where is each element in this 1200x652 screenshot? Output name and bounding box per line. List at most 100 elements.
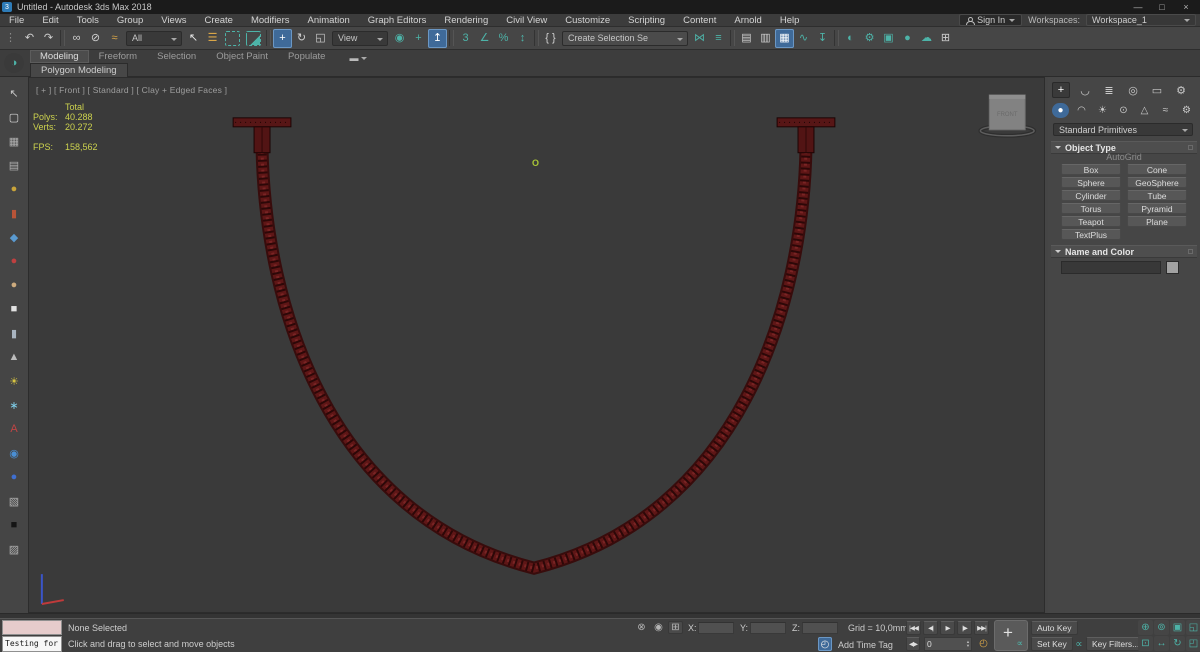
zoom-region-icon[interactable]: ⊡	[1138, 636, 1153, 651]
time-tag-clock-icon[interactable]: ◴	[818, 637, 832, 651]
cone-icon[interactable]: ▲	[3, 345, 25, 369]
menu-animation[interactable]: Animation	[299, 14, 359, 27]
maxscript-mini-listener-input[interactable]: Testing for i	[2, 636, 62, 652]
menu-content[interactable]: Content	[674, 14, 725, 27]
button-textplus[interactable]: TextPlus	[1061, 229, 1121, 240]
time-configuration-icon[interactable]: ◴	[976, 637, 991, 650]
pan-icon[interactable]: ↔	[1154, 636, 1169, 651]
globe-icon[interactable]: ◉	[3, 441, 25, 465]
select-and-link-icon[interactable]: ∞	[67, 29, 86, 48]
button-tube[interactable]: Tube	[1127, 190, 1187, 201]
hatch-grid-icon[interactable]: ▧	[3, 489, 25, 513]
auto-key-button[interactable]: Auto Key	[1031, 621, 1078, 635]
previous-frame-button[interactable]: ◀|	[923, 621, 938, 635]
unlink-selection-icon[interactable]: ⊘	[86, 29, 105, 48]
redo-icon[interactable]: ↷	[39, 29, 58, 48]
button-torus[interactable]: Torus	[1061, 203, 1121, 214]
tab-utilities[interactable]: ⚙	[1172, 82, 1190, 98]
add-time-tag-label[interactable]: Add Time Tag	[838, 640, 893, 650]
menu-customize[interactable]: Customize	[556, 14, 619, 27]
cursor-icon[interactable]: ↖	[3, 81, 25, 105]
maxscript-mini-listener-output[interactable]	[2, 620, 62, 635]
object-name-field[interactable]	[1061, 261, 1161, 274]
button-cone[interactable]: Cone	[1127, 164, 1187, 175]
pin-object-left[interactable]	[233, 118, 291, 153]
helper-marker[interactable]: O	[532, 158, 539, 168]
z-coordinate-field[interactable]	[802, 622, 838, 634]
category-helpers[interactable]: △	[1136, 103, 1153, 118]
material-editor-icon[interactable]: ◐	[841, 29, 860, 48]
letter-a-icon[interactable]: A	[3, 417, 25, 441]
toolbar-grip[interactable]: ⋮	[1, 29, 20, 48]
button-box[interactable]: Box	[1061, 164, 1121, 175]
category-lights[interactable]: ☀	[1094, 103, 1111, 118]
render-variants-icon[interactable]: ⊞	[936, 29, 955, 48]
ribbon-teapot-icon[interactable]: ◑	[4, 53, 24, 73]
minimize-button[interactable]: —	[1126, 0, 1150, 14]
set-key-button[interactable]: Set Key	[1031, 637, 1073, 651]
teapot-icon[interactable]: ●	[3, 177, 25, 201]
polygon-modeling-panel-tab[interactable]: Polygon Modeling	[30, 63, 128, 77]
object-color-swatch[interactable]	[1166, 261, 1179, 274]
curve-editor-icon[interactable]: ∿	[794, 29, 813, 48]
diagonal-grid-icon[interactable]: ▨	[3, 537, 25, 561]
menu-graph-editors[interactable]: Graph Editors	[359, 14, 436, 27]
bind-to-space-warp-icon[interactable]: ≈	[105, 29, 124, 48]
ribbon-tab-freeform[interactable]: Freeform	[89, 50, 148, 63]
document-icon[interactable]: ▢	[3, 105, 25, 129]
viewport-label[interactable]: [ + ] [ Front ] [ Standard ] [ Clay + Ed…	[36, 85, 227, 95]
menu-scripting[interactable]: Scripting	[619, 14, 674, 27]
key-filters-button[interactable]: Key Filters...	[1086, 637, 1145, 651]
menu-rendering[interactable]: Rendering	[435, 14, 497, 27]
viewport-front[interactable]: FRONT [ + ] [ Front ] [ Standard ] [ Cla…	[28, 77, 1045, 613]
ribbon-tab-modeling[interactable]: Modeling	[30, 50, 89, 63]
next-frame-button[interactable]: |▶	[957, 621, 972, 635]
render-production-icon[interactable]: ●	[898, 29, 917, 48]
rectangular-selection-region-icon[interactable]	[225, 31, 240, 46]
button-pyramid[interactable]: Pyramid	[1127, 203, 1187, 214]
absolute-mode-transform-icon[interactable]: ⊞	[668, 621, 683, 634]
button-geosphere[interactable]: GeoSphere	[1127, 177, 1187, 188]
ribbon-tab-object-paint[interactable]: Object Paint	[206, 50, 278, 63]
primitive-category-dropdown[interactable]: Standard Primitives	[1053, 123, 1193, 136]
menu-group[interactable]: Group	[108, 14, 152, 27]
maximize-button[interactable]: □	[1150, 0, 1174, 14]
set-keys-button[interactable]: + ∝	[994, 620, 1028, 651]
sphere-icon[interactable]: ●	[3, 273, 25, 297]
category-shapes[interactable]: ◠	[1073, 103, 1090, 118]
zoom-all-icon[interactable]: ⊚	[1154, 620, 1169, 635]
layout-grid-icon[interactable]: ▤	[3, 153, 25, 177]
select-and-rotate-icon[interactable]: ↻	[292, 29, 311, 48]
x-coordinate-field[interactable]	[698, 622, 734, 634]
spinner-snap-icon[interactable]: ↕	[513, 29, 532, 48]
snowflake-icon[interactable]: ∗	[3, 393, 25, 417]
render-setup-icon[interactable]: ⚙	[860, 29, 879, 48]
menu-modifiers[interactable]: Modifiers	[242, 14, 299, 27]
render-in-cloud-icon[interactable]: ☁	[917, 29, 936, 48]
button-plane[interactable]: Plane	[1127, 216, 1187, 227]
frame-number-input[interactable]	[925, 639, 966, 649]
close-button[interactable]: ×	[1174, 0, 1198, 14]
red-dot-icon[interactable]: ●	[3, 249, 25, 273]
snaps-toggle-3d-icon[interactable]: 3	[456, 29, 475, 48]
cube-icon[interactable]: ■	[3, 297, 25, 321]
select-by-name-icon[interactable]: ☰	[203, 29, 222, 48]
ribbon-tab-populate[interactable]: Populate	[278, 50, 336, 63]
zoom-extents-icon[interactable]: ▣	[1170, 620, 1185, 635]
tab-modify[interactable]: ◡	[1076, 82, 1094, 98]
toggle-layer-explorer-icon[interactable]: ▥	[756, 29, 775, 48]
sun-icon[interactable]: ☀	[3, 369, 25, 393]
category-space-warps[interactable]: ≈	[1157, 103, 1174, 118]
blue-tool-icon[interactable]: ◆	[3, 225, 25, 249]
keyboard-shortcut-override-icon[interactable]: ↥	[428, 29, 447, 48]
selection-filter-dropdown[interactable]: All	[126, 31, 182, 46]
menu-civil-view[interactable]: Civil View	[497, 14, 556, 27]
button-teapot[interactable]: Teapot	[1061, 216, 1121, 227]
angle-snap-icon[interactable]: ∠	[475, 29, 494, 48]
menu-create[interactable]: Create	[195, 14, 242, 27]
play-button[interactable]: ▶	[940, 621, 955, 635]
button-sphere[interactable]: Sphere	[1061, 177, 1121, 188]
lock-selection-icon[interactable]: ◉	[651, 621, 666, 634]
percent-snap-icon[interactable]: %	[494, 29, 513, 48]
go-to-end-button[interactable]: ▶▶|	[974, 621, 989, 635]
